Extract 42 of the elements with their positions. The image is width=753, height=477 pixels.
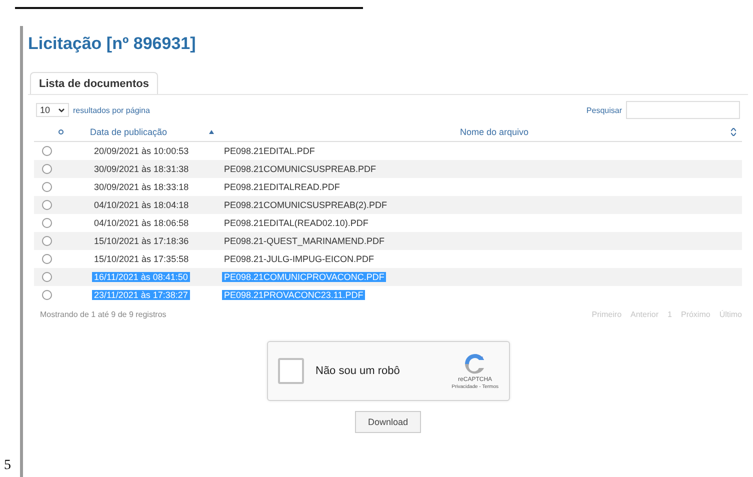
radio-button[interactable] xyxy=(42,290,52,300)
chevron-icon xyxy=(58,108,66,112)
date-cell-text: 30/09/2021 às 18:31:38 xyxy=(93,164,190,174)
file-cell-text: PE098.21EDITAL(READ02.10).PDF xyxy=(223,218,370,228)
date-cell-text: 30/09/2021 às 18:33:18 xyxy=(93,182,190,192)
file-cell-text: PE098.21EDITAL.PDF xyxy=(223,146,316,156)
captcha-label: Não sou um robô xyxy=(316,365,401,377)
page-title: Licitação [nº 896931] xyxy=(28,34,197,54)
column-header[interactable]: Data de publicação xyxy=(70,127,220,137)
date-cell-text: 04/10/2021 às 18:06:58 xyxy=(93,218,190,228)
search-field[interactable] xyxy=(626,101,740,119)
radio-button[interactable] xyxy=(42,164,52,174)
file-cell-text: PE098.21COMUNICSUSPREAB(2).PDF xyxy=(223,200,388,210)
radio-button[interactable] xyxy=(42,236,52,246)
file-cell-text: PE098.21COMUNICSUSPREAB.PDF xyxy=(223,164,378,174)
date-cell-text: 20/09/2021 às 10:00:53 xyxy=(93,146,190,156)
radio-button[interactable] xyxy=(42,272,52,282)
search-label: Pesquisar xyxy=(586,106,622,114)
radio-button[interactable] xyxy=(42,254,52,264)
radio-button[interactable] xyxy=(42,182,52,192)
radio-button[interactable] xyxy=(42,200,52,210)
date-cell: 16/11/2021 às 08:41:50 xyxy=(92,272,190,282)
date-cell-text: 04/10/2021 às 18:04:18 xyxy=(93,200,190,210)
table-info: Mostrando de 1 até 9 de 9 registros xyxy=(40,310,166,319)
captcha-checkbox[interactable] xyxy=(278,358,304,384)
radio-button[interactable] xyxy=(42,218,52,228)
file-cell-text: PE098.21-JULG-IMPUG-EICON.PDF xyxy=(223,254,376,264)
page-size-label: resultados por página xyxy=(73,106,150,114)
date-cell-text: 15/10/2021 às 17:35:58 xyxy=(93,254,190,264)
file-cell-text: PE098.21-QUEST_MARINAMEND.PDF xyxy=(223,236,386,246)
file-cell: PE098.21PROVACONC23.11.PDF xyxy=(222,290,366,300)
radio-button[interactable] xyxy=(42,146,52,156)
file-cell-text: PE098.21EDITALREAD.PDF xyxy=(223,182,341,192)
download-button[interactable]: Download xyxy=(354,411,422,433)
column-header[interactable]: Nome do arquivo xyxy=(220,127,742,137)
date-cell-text: 15/10/2021 às 17:18:36 xyxy=(93,236,190,246)
page-size-select[interactable]: 10 xyxy=(36,103,70,117)
date-cell: 23/11/2021 às 17:38:27 xyxy=(92,290,190,300)
page-number: 5 xyxy=(4,458,11,474)
tab[interactable]: Lista de documentos xyxy=(30,72,158,94)
file-cell: PE098.21COMUNICPROVACONC.PDF xyxy=(222,272,386,282)
sort-icon xyxy=(58,129,64,135)
